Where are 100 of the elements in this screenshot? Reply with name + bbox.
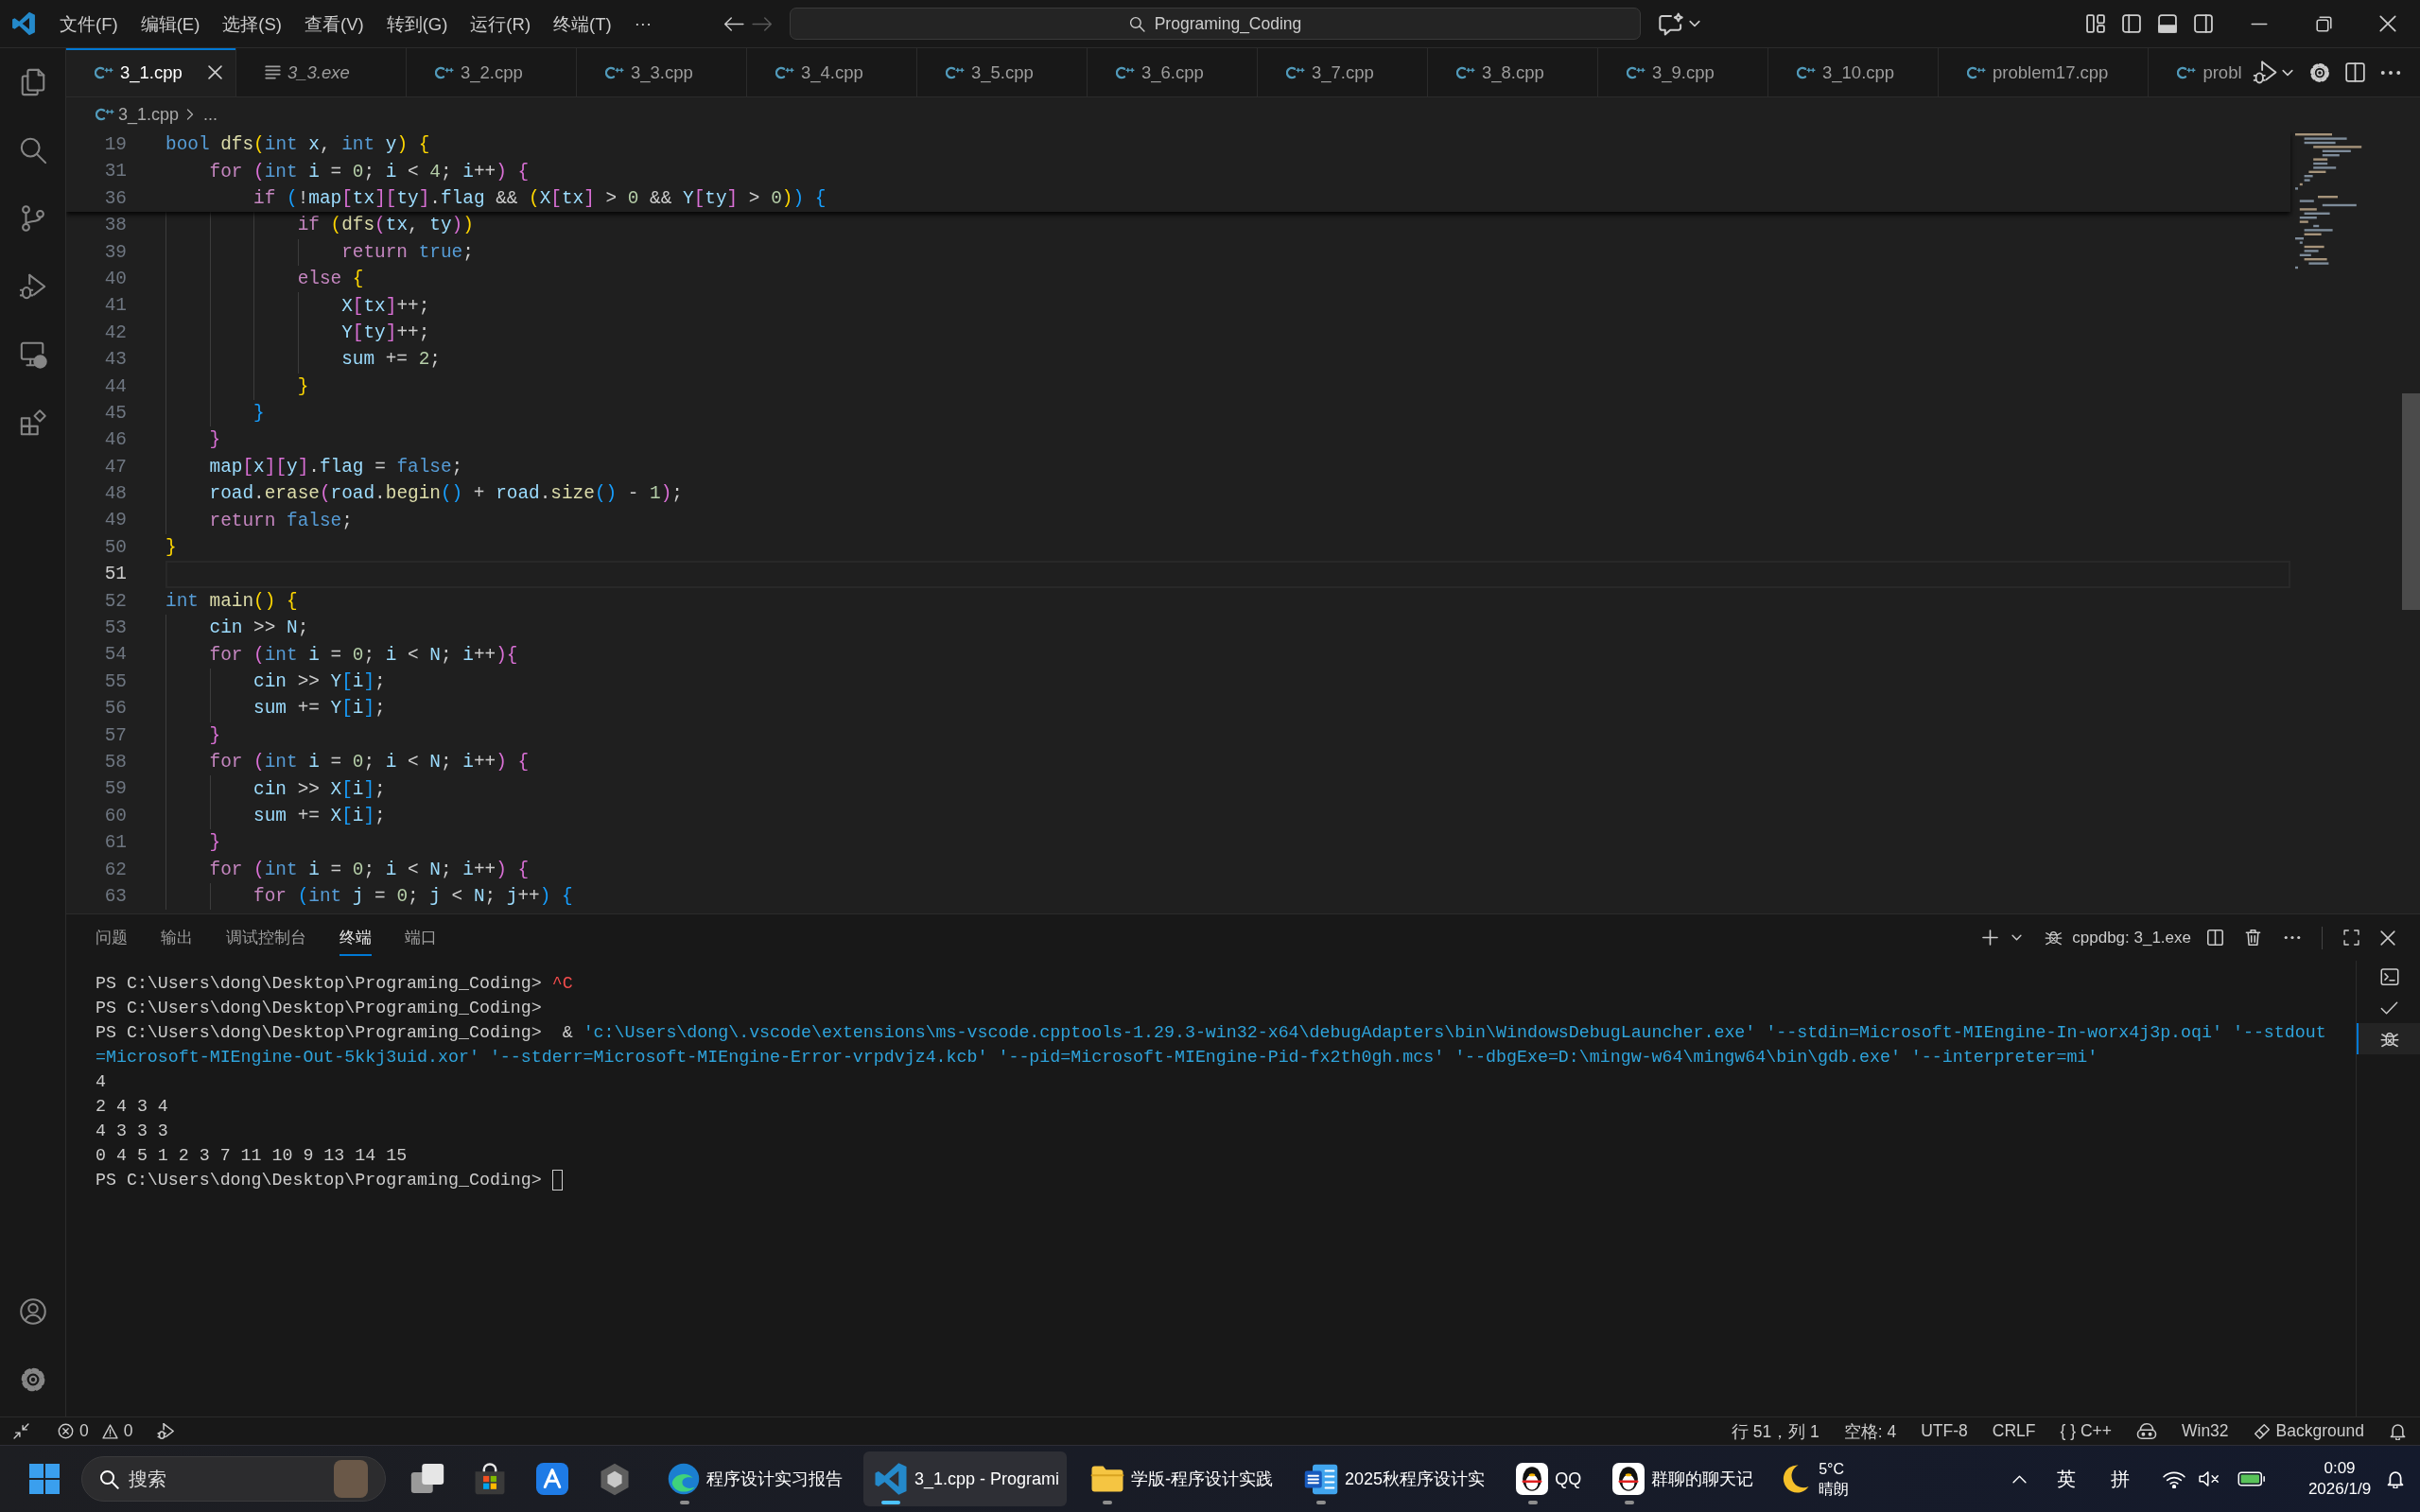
menu-item[interactable]: 查看(V) bbox=[292, 8, 375, 40]
app-tile-icon[interactable] bbox=[536, 1462, 568, 1495]
menu-item[interactable]: 运行(R) bbox=[459, 8, 543, 40]
play-bug-icon[interactable] bbox=[18, 272, 47, 301]
panel-bottom-icon[interactable] bbox=[2157, 13, 2178, 34]
eraser-icon[interactable] bbox=[2253, 1422, 2271, 1440]
editor-tab[interactable]: 3_9.cpp bbox=[1598, 48, 1768, 96]
status-item[interactable]: UTF-8 bbox=[1921, 1421, 1968, 1441]
editor-tab[interactable]: 3_6.cpp bbox=[1088, 48, 1258, 96]
editor-tab[interactable]: 3_4.cpp bbox=[747, 48, 917, 96]
inward-arrows-icon[interactable] bbox=[13, 1423, 29, 1439]
play-bug-icon[interactable] bbox=[157, 1422, 176, 1440]
sidebar-left-icon[interactable] bbox=[2121, 13, 2142, 34]
chat-sparkle-icon[interactable] bbox=[1658, 11, 1684, 36]
taskbar-button[interactable]: 2025秋程序设计实 bbox=[1294, 1451, 1493, 1506]
more-icon[interactable] bbox=[2284, 935, 2301, 940]
panel-tab[interactable]: 输出 bbox=[161, 919, 193, 956]
minimize-icon[interactable] bbox=[2251, 22, 2268, 26]
status-item[interactable]: CRLF bbox=[1992, 1421, 2036, 1441]
taskbar-button[interactable]: 学版-程序设计实践 bbox=[1080, 1451, 1281, 1506]
status-item[interactable]: Background bbox=[2275, 1421, 2364, 1441]
search-icon[interactable] bbox=[18, 136, 47, 165]
breadcrumb-item[interactable]: ... bbox=[203, 104, 218, 125]
editor-tab[interactable]: 3_8.cpp bbox=[1428, 48, 1598, 96]
split-editor-icon[interactable] bbox=[2344, 61, 2366, 83]
weather-condition[interactable]: 晴朗 bbox=[1819, 1479, 1850, 1499]
bell-icon[interactable] bbox=[2386, 1469, 2405, 1488]
taskbar-button[interactable]: QQ bbox=[1506, 1451, 1590, 1506]
bug-icon[interactable] bbox=[2045, 929, 2063, 947]
editor-tab[interactable]: 3_2.cpp bbox=[407, 48, 577, 96]
panel-tab[interactable]: 问题 bbox=[96, 919, 128, 956]
caret-icon[interactable] bbox=[1689, 20, 1700, 27]
trash-icon[interactable] bbox=[2245, 929, 2261, 947]
play-bug-icon[interactable] bbox=[2253, 60, 2278, 85]
input-mode[interactable]: 拼 bbox=[2111, 1466, 2130, 1492]
layout-grid-icon[interactable] bbox=[2085, 13, 2106, 34]
hexagon-icon[interactable] bbox=[600, 1462, 630, 1496]
editor-tab[interactable]: 3_3.exe bbox=[236, 48, 407, 96]
muted-speaker-icon[interactable] bbox=[2199, 1470, 2221, 1487]
scrollbar-thumb[interactable] bbox=[2402, 393, 2420, 610]
menu-item[interactable]: 转到(G) bbox=[374, 8, 460, 40]
panel-tab[interactable]: 调试控制台 bbox=[226, 919, 306, 956]
more-icon[interactable] bbox=[2380, 69, 2401, 76]
menu-item[interactable]: 终端(T) bbox=[542, 8, 623, 40]
more-menu[interactable]: ··· bbox=[622, 9, 664, 38]
panel-tab[interactable]: 端口 bbox=[405, 919, 437, 956]
breadcrumb-item[interactable]: 3_1.cpp bbox=[118, 104, 180, 125]
monitor-icon[interactable] bbox=[18, 340, 47, 369]
editor-tab[interactable]: 3_1.cpp bbox=[66, 48, 236, 96]
clock-date[interactable]: 2026/1/9 bbox=[2307, 1479, 2372, 1500]
taskbar-button[interactable]: 3_1.cpp - Programi bbox=[863, 1451, 1068, 1506]
error-count[interactable]: 0 bbox=[79, 1421, 89, 1441]
wifi-icon[interactable] bbox=[2163, 1469, 2185, 1488]
blocks-icon[interactable] bbox=[18, 408, 47, 437]
search-field[interactable]: 搜索 bbox=[129, 1465, 324, 1493]
terminal-line: PS C:\Users\dong\Desktop\Programing_Coding> bbox=[96, 998, 542, 1019]
shopping-bag-icon[interactable] bbox=[474, 1462, 506, 1495]
account-icon[interactable] bbox=[18, 1297, 47, 1326]
robot-icon[interactable] bbox=[2136, 1422, 2157, 1440]
panel-tab[interactable]: 终端 bbox=[339, 919, 372, 956]
clock-time[interactable]: 0:09 bbox=[2324, 1458, 2356, 1479]
windows-logo-icon[interactable] bbox=[29, 1464, 60, 1494]
restore-icon[interactable] bbox=[2315, 15, 2332, 32]
bell-icon[interactable] bbox=[2389, 1422, 2407, 1440]
taskbar-button[interactable]: 程序设计实习报告 bbox=[657, 1451, 850, 1506]
editor-tab[interactable]: 3_5.cpp bbox=[917, 48, 1088, 96]
back-arrow-icon[interactable] bbox=[723, 15, 744, 32]
editor-tab[interactable]: 3_3.cpp bbox=[577, 48, 747, 96]
input-language[interactable]: 英 bbox=[2057, 1466, 2076, 1492]
plus-icon[interactable] bbox=[1982, 930, 1999, 946]
close-icon[interactable] bbox=[208, 65, 222, 79]
status-item[interactable]: 行 51，列 1 bbox=[1731, 1419, 1819, 1443]
status-item[interactable]: 空格: 4 bbox=[1843, 1419, 1897, 1443]
warning-count[interactable]: 0 bbox=[123, 1421, 133, 1441]
editor-tab[interactable]: probl bbox=[2149, 48, 2242, 96]
close-icon[interactable] bbox=[2380, 930, 2395, 946]
menu-item[interactable]: 选择(S) bbox=[211, 8, 293, 40]
status-item[interactable]: { } C++ bbox=[2060, 1421, 2112, 1441]
temperature[interactable]: 5°C bbox=[1819, 1459, 1850, 1479]
search-box[interactable]: 搜索 bbox=[81, 1456, 386, 1502]
terminal-tab[interactable] bbox=[2357, 1023, 2420, 1054]
menu-item[interactable]: 编辑(E) bbox=[129, 8, 212, 40]
caret-icon[interactable] bbox=[2011, 934, 2023, 941]
editor-tab[interactable]: problem17.cpp bbox=[1939, 48, 2150, 96]
status-item[interactable]: Win32 bbox=[2182, 1421, 2229, 1441]
caret-up-icon[interactable] bbox=[2012, 1474, 2027, 1484]
close-icon[interactable] bbox=[2379, 15, 2396, 32]
caret-icon[interactable] bbox=[2282, 68, 2293, 77]
editor-tab[interactable]: 3_7.cpp bbox=[1258, 48, 1428, 96]
split-icon[interactable] bbox=[2206, 929, 2224, 947]
terminal-name[interactable]: cppdbg: 3_1.exe bbox=[2072, 928, 2191, 947]
command-center[interactable]: Programing_Coding bbox=[790, 8, 1641, 40]
settings-icon[interactable] bbox=[2308, 61, 2331, 84]
maximize-icon[interactable] bbox=[2343, 930, 2359, 946]
overlapping-squares-icon[interactable] bbox=[410, 1462, 444, 1494]
battery-icon[interactable] bbox=[2237, 1471, 2266, 1486]
editor-tab[interactable]: 3_10.cpp bbox=[1768, 48, 1939, 96]
taskbar-button[interactable]: 群聊的聊天记 bbox=[1602, 1451, 1762, 1506]
menu-item[interactable]: 文件(F) bbox=[48, 8, 130, 40]
sidebar-right-icon[interactable] bbox=[2193, 13, 2214, 34]
